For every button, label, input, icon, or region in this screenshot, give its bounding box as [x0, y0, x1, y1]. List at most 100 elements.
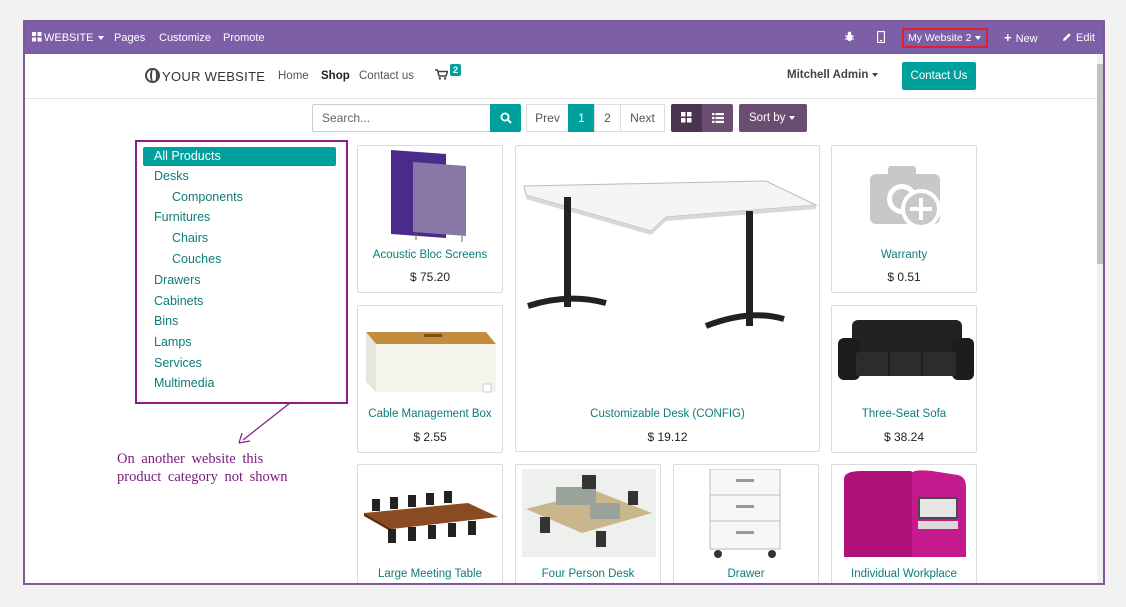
product-card[interactable]: Large Meeting Table: [357, 464, 503, 583]
product-price: $ 0.51: [887, 270, 921, 284]
bug-icon: [845, 31, 854, 42]
shopping-cart-icon: [435, 69, 449, 80]
annotation-note: On another website this product category…: [117, 450, 287, 486]
category-multimedia[interactable]: Multimedia: [154, 376, 214, 390]
debug-toggle[interactable]: [844, 22, 855, 54]
search-input[interactable]: Search...: [312, 104, 490, 132]
globe-icon: [145, 68, 160, 83]
category-furnitures[interactable]: Furnitures: [154, 210, 210, 224]
product-name[interactable]: Acoustic Bloc Screens: [358, 249, 502, 261]
product-name[interactable]: Drawer: [674, 568, 818, 580]
promote-menu[interactable]: Promote: [223, 22, 265, 54]
product-image: [709, 469, 781, 558]
product-card[interactable]: Individual Workplace: [831, 464, 977, 583]
product-price: $ 75.20: [409, 270, 451, 284]
pager-page-2[interactable]: 2: [594, 104, 621, 132]
website-menu[interactable]: WEBSITE: [32, 22, 104, 54]
product-name[interactable]: Large Meeting Table: [358, 568, 502, 580]
user-menu[interactable]: Mitchell Admin: [787, 69, 879, 81]
category-desks[interactable]: Desks: [154, 169, 189, 183]
product-name[interactable]: Three-Seat Sofa: [832, 408, 976, 420]
product-name[interactable]: Four Person Desk: [516, 568, 660, 580]
sort-by-dropdown[interactable]: Sort by: [739, 104, 807, 132]
search-button[interactable]: [490, 104, 521, 132]
pager-page-1[interactable]: 1: [568, 104, 595, 132]
admin-bar: WEBSITE Pages Customize Promote My Websi…: [25, 22, 1103, 54]
category-list: All Products Desks Components Furnitures…: [135, 140, 348, 404]
site-header: YOUR WEBSITE Home Shop Contact us 2 Mitc…: [25, 54, 1097, 99]
category-components[interactable]: Components: [172, 190, 243, 204]
product-card[interactable]: Three-Seat Sofa $ 38.24: [831, 305, 977, 453]
category-all-products[interactable]: All Products: [143, 147, 336, 166]
nav-shop[interactable]: Shop: [321, 70, 350, 82]
annotation-arrow: [238, 402, 291, 444]
product-name[interactable]: Cable Management Box: [358, 408, 502, 420]
category-cabinets[interactable]: Cabinets: [154, 294, 203, 308]
grid-icon: [681, 112, 692, 123]
product-name[interactable]: Warranty: [832, 249, 976, 261]
list-view-button[interactable]: [702, 104, 733, 132]
website-switcher-label: My Website 2: [908, 32, 972, 44]
caret-down-icon: [789, 115, 796, 120]
product-price: $ 2.55: [413, 430, 447, 444]
product-image: [364, 491, 498, 543]
new-label: New: [1015, 33, 1038, 45]
product-card[interactable]: Customizable Desk (CONFIG) $ 19.12: [515, 145, 820, 452]
caret-down-icon: [872, 72, 879, 77]
product-price: $ 19.12: [647, 430, 688, 444]
camera-placeholder-icon: [870, 166, 941, 229]
browser-frame: WEBSITE Pages Customize Promote My Websi…: [23, 20, 1105, 585]
category-chairs[interactable]: Chairs: [172, 231, 208, 245]
site-logo[interactable]: YOUR WEBSITE: [145, 68, 265, 84]
product-image: [391, 150, 466, 242]
website-switcher[interactable]: My Website 2: [902, 28, 988, 48]
category-services[interactable]: Services: [154, 356, 202, 370]
product-card[interactable]: Drawer: [673, 464, 819, 583]
site-logo-text: YOUR WEBSITE: [162, 69, 266, 84]
category-bins[interactable]: Bins: [154, 314, 178, 328]
edit-button[interactable]: Edit: [1062, 22, 1095, 54]
caret-down-icon: [975, 36, 982, 41]
customize-menu[interactable]: Customize: [159, 22, 211, 54]
mobile-preview-toggle[interactable]: [876, 22, 886, 54]
nav-home[interactable]: Home: [278, 70, 309, 82]
nav-contact-us[interactable]: Contact us: [359, 70, 414, 82]
cart-link[interactable]: 2: [435, 64, 462, 83]
search-icon: [500, 112, 512, 124]
product-image: [523, 180, 818, 329]
pages-menu[interactable]: Pages: [114, 22, 145, 54]
sort-by-label: Sort by: [749, 112, 786, 124]
page-scrollbar[interactable]: [1097, 54, 1103, 583]
category-couches[interactable]: Couches: [172, 252, 221, 266]
cart-count-badge: 2: [450, 64, 462, 76]
category-lamps[interactable]: Lamps: [154, 335, 192, 349]
grid-view-button[interactable]: [671, 104, 702, 132]
scrollbar-thumb[interactable]: [1097, 64, 1103, 264]
product-card[interactable]: Acoustic Bloc Screens $ 75.20: [357, 145, 503, 293]
category-drawers[interactable]: Drawers: [154, 273, 201, 287]
product-image: [366, 332, 496, 393]
list-icon: [712, 113, 724, 123]
product-image: [522, 469, 656, 557]
caret-down-icon: [97, 36, 104, 41]
pager-prev[interactable]: Prev: [526, 104, 569, 132]
contact-us-button[interactable]: Contact Us: [902, 62, 976, 90]
product-card[interactable]: Four Person Desk: [515, 464, 661, 583]
product-card[interactable]: Cable Management Box $ 2.55: [357, 305, 503, 453]
product-name[interactable]: Individual Workplace: [832, 568, 976, 580]
product-name[interactable]: Customizable Desk (CONFIG): [516, 408, 819, 420]
user-name: Mitchell Admin: [787, 69, 869, 81]
annotation-line-2: product category not shown: [117, 469, 288, 485]
apps-grid-icon: [32, 32, 42, 42]
product-price: $ 38.24: [883, 430, 925, 444]
product-image: [838, 320, 974, 380]
website-menu-label: WEBSITE: [44, 32, 94, 44]
plus-icon: +: [1004, 30, 1012, 45]
product-card[interactable]: Warranty $ 0.51: [831, 145, 977, 293]
pencil-icon: [1063, 33, 1071, 41]
edit-label: Edit: [1076, 32, 1095, 44]
mobile-icon: [876, 30, 886, 44]
product-image: [844, 470, 966, 557]
pager-next[interactable]: Next: [620, 104, 665, 132]
new-button[interactable]: + New: [1004, 22, 1038, 54]
